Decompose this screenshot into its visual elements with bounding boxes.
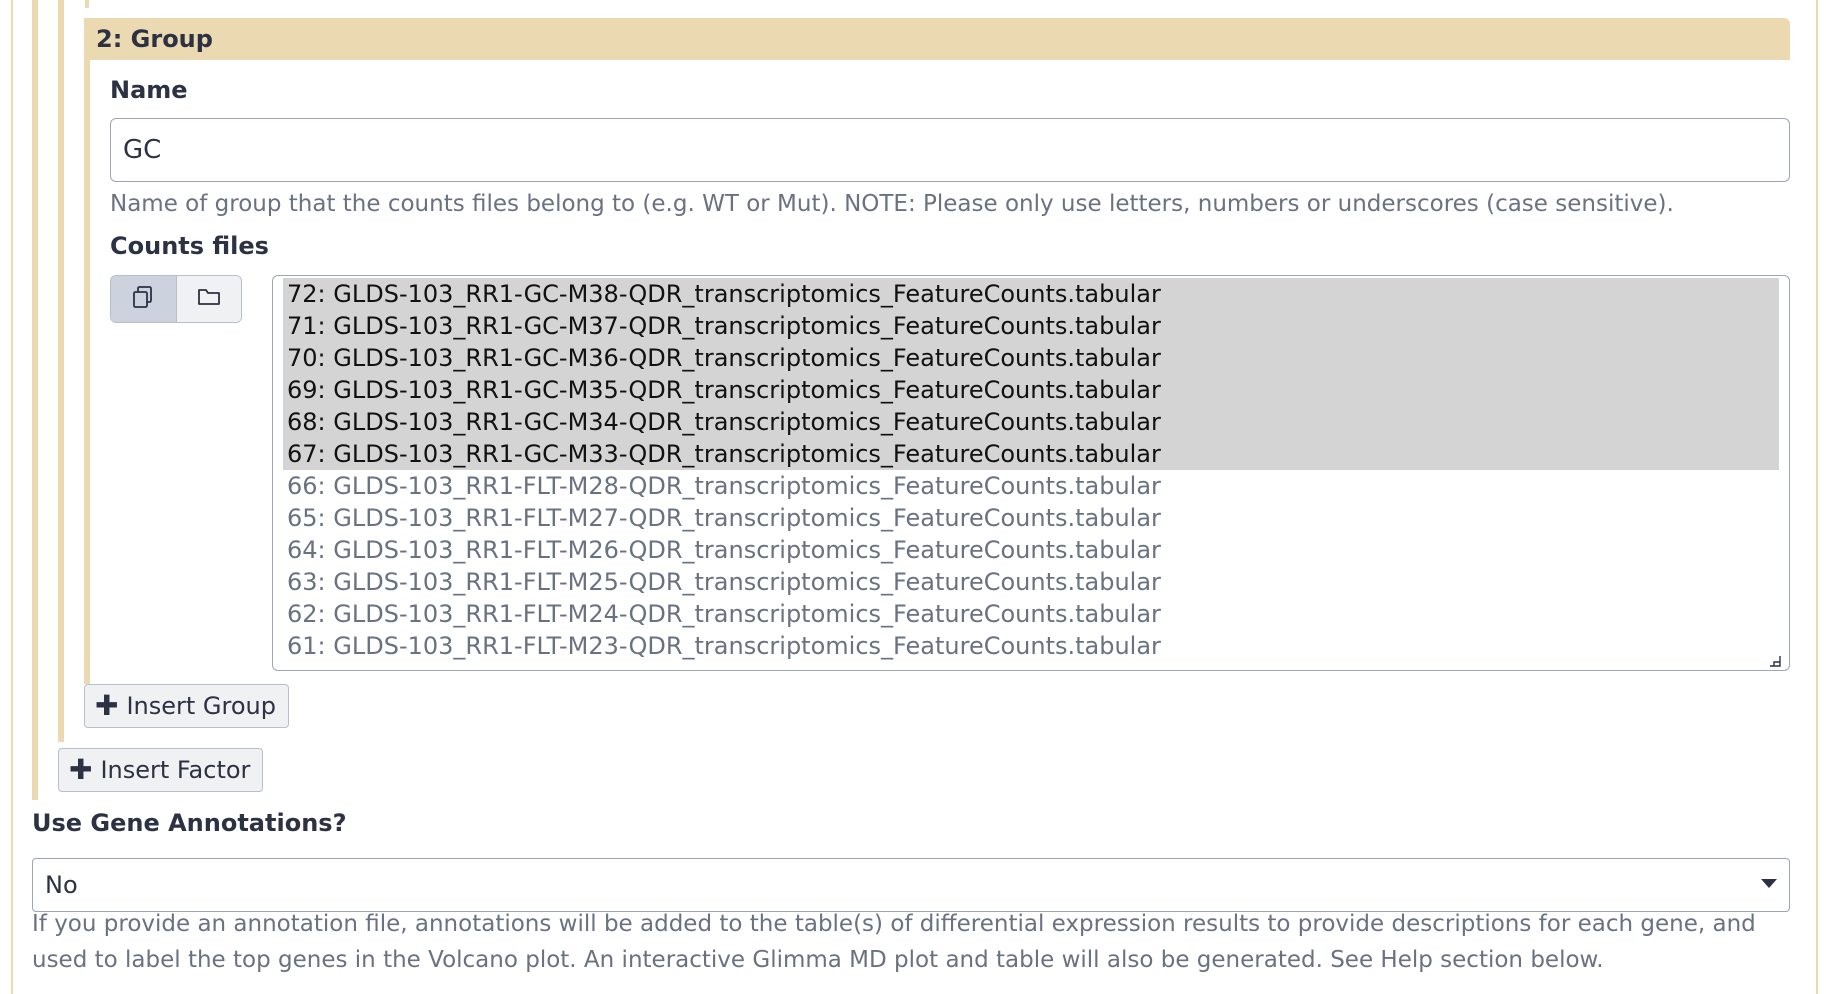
counts-file-option[interactable]: 68: GLDS-103_RR1-GC-M34-QDR_transcriptom… xyxy=(283,406,1779,438)
gene-annotations-help: If you provide an annotation file, annot… xyxy=(32,911,1756,973)
group-name-help: Name of group that the counts files belo… xyxy=(110,191,1674,217)
factor-section-bar xyxy=(32,0,38,800)
folder-icon xyxy=(196,285,222,313)
group-header[interactable]: 2: Group xyxy=(84,18,1790,60)
name-label: Name xyxy=(110,76,188,104)
counts-file-option[interactable]: 71: GLDS-103_RR1-GC-M37-QDR_transcriptom… xyxy=(283,310,1779,342)
dataset-collection-button[interactable] xyxy=(176,276,241,322)
previous-group-edge xyxy=(85,0,89,8)
counts-file-option[interactable]: 66: GLDS-103_RR1-FLT-M28-QDR_transcripto… xyxy=(283,470,1779,502)
counts-files-list: 72: GLDS-103_RR1-GC-M38-QDR_transcriptom… xyxy=(283,278,1779,662)
form-left-border xyxy=(11,0,13,994)
counts-file-option[interactable]: 70: GLDS-103_RR1-GC-M36-QDR_transcriptom… xyxy=(283,342,1779,374)
form-right-border xyxy=(1816,0,1818,994)
gene-annotations-value: No xyxy=(45,871,78,899)
insert-group-button[interactable]: ✚ Insert Group xyxy=(84,684,289,728)
counts-file-option[interactable]: 67: GLDS-103_RR1-GC-M33-QDR_transcriptom… xyxy=(283,438,1779,470)
insert-factor-button[interactable]: ✚ Insert Factor xyxy=(58,748,264,792)
insert-factor-label: Insert Factor xyxy=(100,756,251,784)
counts-file-option[interactable]: 69: GLDS-103_RR1-GC-M35-QDR_transcriptom… xyxy=(283,374,1779,406)
gene-annotations-label: Use Gene Annotations? xyxy=(32,809,347,837)
plus-icon: ✚ xyxy=(95,689,119,722)
counts-file-option[interactable]: 61: GLDS-103_RR1-FLT-M23-QDR_transcripto… xyxy=(283,630,1779,662)
counts-file-option[interactable]: 63: GLDS-103_RR1-FLT-M25-QDR_transcripto… xyxy=(283,566,1779,598)
counts-files-label: Counts files xyxy=(110,232,269,260)
insert-group-label: Insert Group xyxy=(126,692,276,720)
counts-files-select[interactable]: 72: GLDS-103_RR1-GC-M38-QDR_transcriptom… xyxy=(272,275,1790,671)
counts-file-option[interactable]: 64: GLDS-103_RR1-FLT-M26-QDR_transcripto… xyxy=(283,534,1779,566)
resize-handle-icon[interactable] xyxy=(1769,652,1781,667)
multiple-datasets-button[interactable] xyxy=(111,276,177,322)
counts-file-option[interactable]: 62: GLDS-103_RR1-FLT-M24-QDR_transcripto… xyxy=(283,598,1779,630)
counts-file-option[interactable]: 72: GLDS-103_RR1-GC-M38-QDR_transcriptom… xyxy=(283,278,1779,310)
gene-annotations-select[interactable]: No xyxy=(32,858,1790,912)
groups-section-bar xyxy=(58,0,64,742)
group-section-bar xyxy=(84,18,90,684)
plus-icon: ✚ xyxy=(69,753,93,786)
tool-form-page: 2: Group Name Name of group that the cou… xyxy=(0,0,1826,994)
caret-down-icon xyxy=(1761,879,1777,888)
group-name-input[interactable] xyxy=(110,118,1790,182)
dataset-mode-toggle xyxy=(110,275,242,323)
counts-file-option[interactable]: 65: GLDS-103_RR1-FLT-M27-QDR_transcripto… xyxy=(283,502,1779,534)
multiple-datasets-icon xyxy=(130,284,156,314)
